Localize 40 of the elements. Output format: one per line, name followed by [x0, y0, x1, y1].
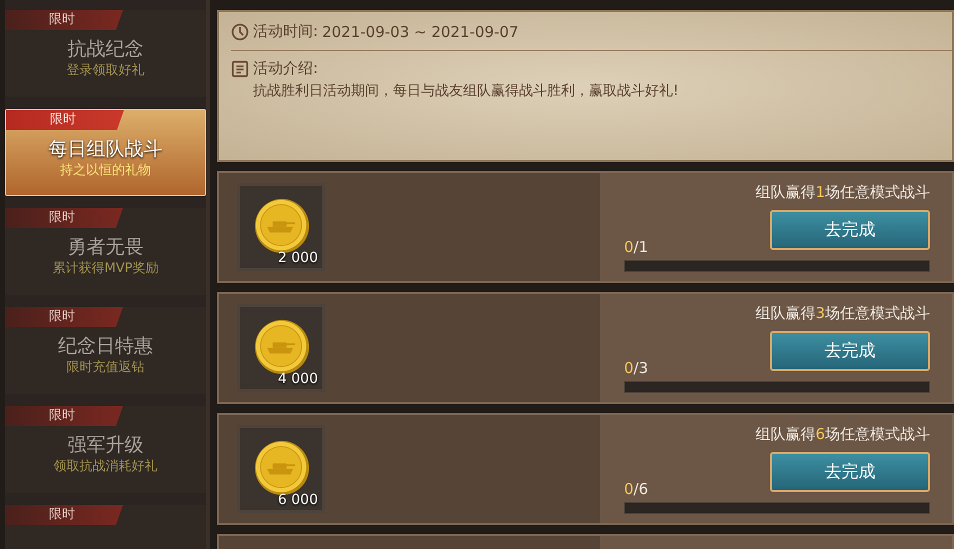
activity-title: 抗战纪念 — [68, 37, 144, 62]
activity-title: 纪念日特惠 — [58, 334, 153, 359]
limited-tag: 限时 — [5, 307, 123, 327]
quest-description: 组队赢得1场任意模式战斗 — [755, 182, 930, 202]
activity-tab[interactable]: 限时 勇者无畏 累计获得MVP奖励 — [5, 208, 206, 295]
activity-subtitle: 持之以恒的礼物 — [60, 162, 151, 180]
limited-tag: 限时 — [5, 505, 123, 525]
activity-tab[interactable]: 限时 — [5, 505, 206, 549]
activity-tab[interactable]: 限时 抗战纪念 登录领取好礼 — [5, 10, 206, 97]
limited-tag: 限时 — [5, 406, 123, 426]
time-value: 2021-09-03 ~ 2021-09-07 — [322, 22, 519, 40]
activity-subtitle: 领取抗战消耗好礼 — [54, 458, 158, 476]
progress-count: 0/6 — [624, 480, 650, 498]
limited-tag: 限时 — [5, 10, 123, 30]
quest-description: 组队赢得6场任意模式战斗 — [755, 424, 930, 444]
complete-button[interactable]: 去完成 — [770, 330, 930, 370]
limited-tag: 限时 — [5, 208, 123, 228]
progress-count: 0/3 — [624, 358, 650, 376]
activity-subtitle: 限时充值返钻 — [66, 359, 144, 377]
activity-tab[interactable]: 限时 每日组队战斗 持之以恒的礼物 — [5, 109, 206, 196]
complete-button[interactable]: 去完成 — [770, 452, 930, 492]
reward-amount: 4 000 — [278, 371, 318, 387]
activity-tab[interactable]: 限时 强军升级 领取抗战消耗好礼 — [5, 406, 206, 493]
intro-label: 活动介绍: — [253, 59, 318, 78]
reward-amount: 2 000 — [278, 250, 318, 266]
complete-button[interactable]: 去完成 — [770, 210, 930, 250]
activity-subtitle: 登录领取好礼 — [66, 62, 144, 80]
reward-amount: 6 000 — [278, 492, 318, 508]
limited-tag: 限时 — [6, 110, 124, 130]
time-label: 活动时间: — [253, 22, 318, 41]
activity-title: 每日组队战斗 — [48, 137, 162, 162]
intro-text: 抗战胜利日活动期间，每日与战友组队赢得战斗胜利，赢取战斗好礼! — [253, 82, 680, 100]
document-icon — [231, 60, 249, 78]
activity-title: 勇者无畏 — [68, 235, 144, 260]
quest-description: 组队赢得3场任意模式战斗 — [755, 304, 930, 322]
progress-count: 0/1 — [624, 238, 650, 256]
activity-subtitle: 累计获得MVP奖励 — [52, 260, 158, 278]
activity-title: 强军升级 — [68, 433, 144, 458]
activity-tab[interactable]: 限时 纪念日特惠 限时充值返钻 — [5, 307, 206, 394]
clock-icon — [231, 22, 249, 40]
